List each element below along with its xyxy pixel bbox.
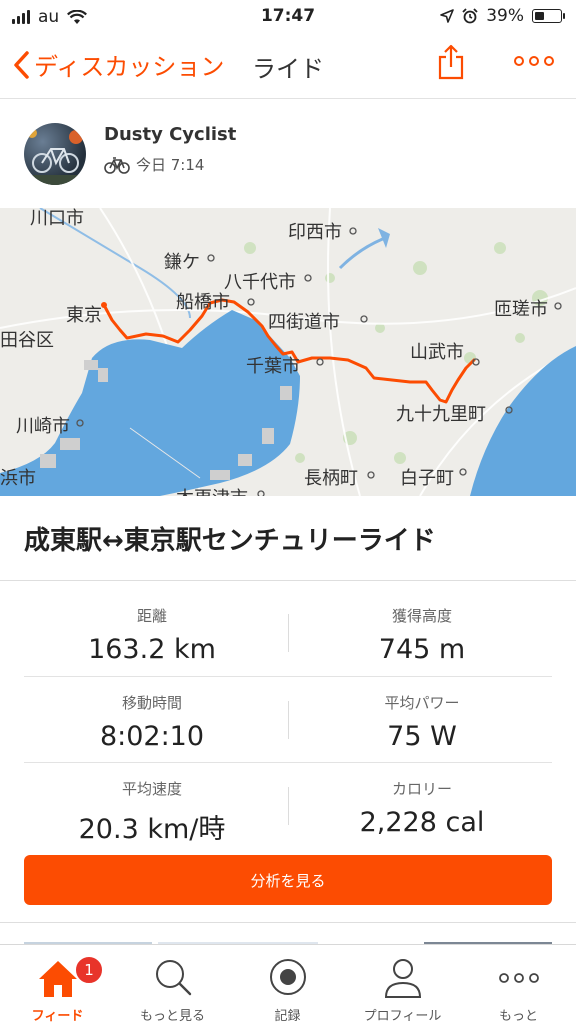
- stat-avg-speed: 平均速度 20.3 km/時: [8, 778, 296, 846]
- map-place-label: 匝瑳市: [494, 299, 548, 320]
- tab-label: もっと見る: [139, 1009, 205, 1024]
- alarm-icon: [462, 8, 478, 24]
- stat-elevation: 獲得高度 745 m: [278, 605, 566, 665]
- map-place-label: 鎌ケ: [164, 252, 200, 273]
- stat-distance: 距離 163.2 km: [8, 605, 296, 665]
- avatar-bike-image: [24, 128, 86, 185]
- tab-label: フィード: [31, 1009, 84, 1024]
- activity-meta: 今日 7:14: [104, 154, 204, 175]
- more-icon: [461, 957, 576, 999]
- chevron-left-icon: [14, 50, 29, 79]
- stat-value: 8:02:10: [99, 721, 205, 752]
- map-place-label: 白子町: [400, 468, 454, 489]
- battery-percent: 39%: [486, 6, 524, 26]
- map-place-label: 田谷区: [0, 330, 54, 351]
- notification-badge: 1: [74, 955, 104, 985]
- tab-explore[interactable]: もっと見る: [115, 945, 230, 1025]
- tab-label: プロフィール: [363, 1009, 442, 1024]
- map-place-label: 八千代市: [224, 272, 296, 293]
- tab-bar: 1 フィード もっと見る 記録 プロフィール もっと: [0, 944, 576, 1025]
- stat-label: 平均速度: [121, 780, 182, 798]
- avatar[interactable]: [24, 123, 86, 185]
- battery-fill: [535, 12, 544, 20]
- athlete-name[interactable]: Dusty Cyclist: [104, 124, 236, 145]
- stat-row-divider: [24, 762, 552, 763]
- tab-profile[interactable]: プロフィール: [345, 945, 460, 1025]
- map-place-label: 四街道市: [268, 312, 340, 333]
- stat-value: 745 m: [378, 634, 466, 665]
- tab-record[interactable]: 記録: [230, 945, 345, 1025]
- status-right: 39%: [440, 6, 565, 26]
- status-bar: au 17:47 39%: [0, 0, 576, 34]
- map-place-label: 浜市: [0, 468, 36, 489]
- record-icon: [230, 957, 345, 999]
- location-arrow-icon: [440, 9, 455, 23]
- stat-calories: カロリー 2,228 cal: [278, 778, 566, 838]
- back-label: ディスカッション: [34, 53, 225, 81]
- stat-divider: [288, 614, 289, 652]
- title-divider: [0, 580, 576, 581]
- more-options-icon[interactable]: [514, 56, 554, 66]
- map-place-label: 川崎市: [16, 416, 70, 437]
- tab-label: もっと: [498, 1009, 538, 1024]
- map-place-label: 千葉市: [246, 356, 300, 377]
- activity-title: 成東駅↔東京駅センチュリーライド: [24, 526, 436, 556]
- search-icon: [115, 957, 230, 999]
- tab-label: 記録: [274, 1009, 301, 1024]
- stat-avg-power: 平均パワー 75 W: [278, 692, 566, 752]
- stat-value: 163.2 km: [88, 634, 216, 665]
- page-title: ライド: [252, 55, 324, 83]
- stat-value: 2,228 cal: [359, 807, 485, 838]
- section-divider: [0, 922, 576, 923]
- bike-icon: [104, 156, 130, 174]
- map-place-label: 長柄町: [304, 468, 358, 489]
- map-place-label: 東京: [66, 305, 102, 326]
- stat-divider: [288, 701, 289, 739]
- battery-icon: [532, 9, 565, 23]
- stat-value: 20.3 km/時: [78, 814, 226, 845]
- activity-timestamp: 今日 7:14: [136, 156, 205, 174]
- stat-moving-time: 移動時間 8:02:10: [8, 692, 296, 752]
- stat-label: 距離: [136, 607, 167, 625]
- stat-label: 移動時間: [121, 694, 182, 712]
- tab-feed[interactable]: 1 フィード: [0, 945, 115, 1025]
- stat-label: 平均パワー: [384, 694, 460, 712]
- map-place-label: 木更津市: [176, 484, 248, 496]
- tab-more[interactable]: もっと: [461, 945, 576, 1025]
- map-place-label: 山武市: [410, 342, 464, 363]
- route-map[interactable]: 川口市鎌ケ 印西市八千代市 船橋市東京 田谷区 四街道市 匝瑳市山武市千葉市九十九里町川崎…: [0, 208, 576, 496]
- stat-label: 獲得高度: [391, 607, 452, 625]
- stat-row-divider: [24, 676, 552, 677]
- map-place-label: 川口市: [30, 208, 84, 229]
- stat-divider: [288, 787, 289, 825]
- stat-label: カロリー: [391, 780, 452, 798]
- athlete-header: Dusty Cyclist 今日 7:14: [0, 99, 576, 207]
- view-analysis-button[interactable]: 分析を見る: [24, 855, 552, 905]
- map-place-label: 印西市: [288, 222, 342, 243]
- back-button[interactable]: ディスカッション: [12, 47, 224, 82]
- share-icon[interactable]: [436, 44, 466, 80]
- nav-bar: ディスカッション ライド: [0, 34, 576, 99]
- map-place-label: 船橋市: [176, 292, 230, 313]
- profile-icon: [345, 957, 460, 999]
- map-place-label: 九十九里町: [396, 404, 486, 425]
- stat-value: 75 W: [387, 721, 457, 752]
